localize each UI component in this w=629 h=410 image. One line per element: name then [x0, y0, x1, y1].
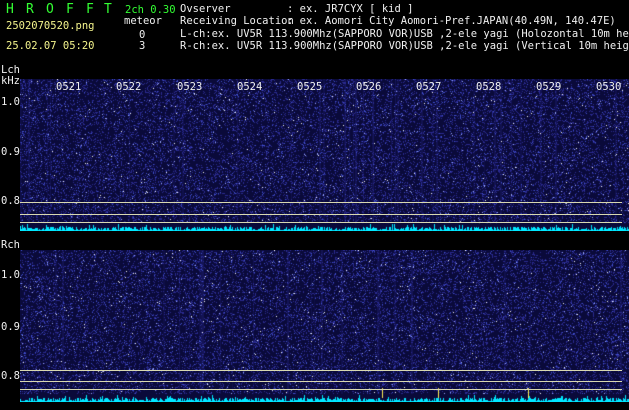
- lch-spectrogram: [20, 79, 629, 231]
- observer-value: : ex. JR7CYX [ kid ]: [287, 3, 414, 15]
- filename-label: 2502070520.png: [6, 20, 95, 32]
- location-value: : ex. Aomori City Aomori-Pref.JAPAN(40.4…: [287, 15, 616, 27]
- rch-y-tick: 0.9: [1, 321, 20, 333]
- observer-label: Ovserver: [180, 3, 231, 15]
- time-tick: 0528: [476, 81, 502, 93]
- rch-reference-line-upper: [20, 370, 622, 371]
- rch-reference-line-lower: [20, 389, 622, 390]
- time-tick: 0525: [297, 81, 323, 93]
- rch-channel-label: Rch: [1, 239, 20, 251]
- time-tick: 0523: [177, 81, 203, 93]
- time-tick: 0524: [237, 81, 263, 93]
- rch-spectrogram: [20, 250, 629, 402]
- rch-y-tick: 0.8: [1, 370, 20, 382]
- meteor-count-lch: 0: [139, 29, 146, 41]
- rch-info: R-ch:ex. UV5R 113.900Mhz(SAPPORO VOR)USB…: [180, 40, 629, 52]
- rch-reference-line-mid: [20, 381, 622, 382]
- lch-reference-line-upper: [20, 202, 622, 203]
- lch-info: L-ch:ex. UV5R 113.900Mhz(SAPPORO VOR)USB…: [180, 28, 629, 40]
- lch-reference-line-lower: [20, 222, 622, 223]
- version-label: 2ch 0.30: [125, 4, 176, 16]
- time-tick: 0527: [416, 81, 442, 93]
- meteor-label: meteor: [124, 15, 162, 27]
- lch-channel-label: Lch: [1, 64, 20, 76]
- app-name-letter: T: [104, 2, 112, 17]
- lch-y-tick: 1.0: [1, 96, 20, 108]
- time-tick: 0530: [596, 81, 622, 93]
- app-name-letter: F: [66, 2, 74, 17]
- time-tick: 0526: [356, 81, 382, 93]
- time-tick: 0529: [536, 81, 562, 93]
- rch-y-tick: 1.0: [1, 269, 20, 281]
- lch-unit-label: kHz: [1, 75, 20, 87]
- time-tick: 0522: [116, 81, 142, 93]
- hrofft-window: H R O F F T 2ch 0.30 2502070520.png mete…: [0, 0, 629, 410]
- meteor-count-rch: 3: [139, 40, 146, 52]
- location-label: Receiving Location: [180, 15, 294, 27]
- lch-y-tick: 0.8: [1, 195, 20, 207]
- app-name-letter: O: [46, 2, 54, 17]
- lch-reference-line-mid: [20, 214, 622, 215]
- app-name-letter: R: [26, 2, 34, 17]
- datetime-label: 25.02.07 05:20: [6, 40, 95, 52]
- lch-y-tick: 0.9: [1, 146, 20, 158]
- time-tick: 0521: [56, 81, 82, 93]
- app-name-letter: F: [86, 2, 94, 17]
- app-name-letter: H: [6, 2, 14, 17]
